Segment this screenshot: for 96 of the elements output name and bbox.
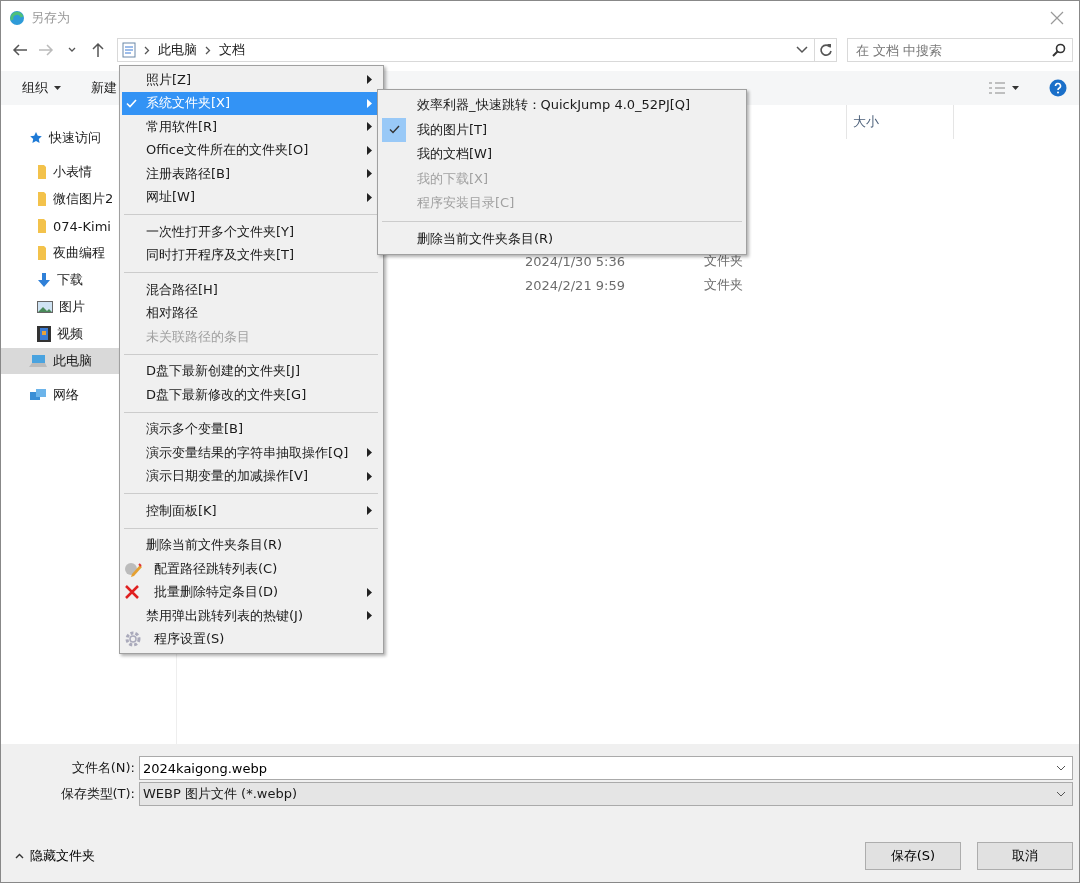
search-field[interactable]: 在 文档 中搜索 — [847, 38, 1073, 62]
menu-item[interactable]: 演示变量结果的字符串抽取操作[Q] — [122, 441, 380, 465]
chevron-icon — [144, 45, 150, 55]
sidebar-label: 小表情 — [53, 163, 92, 181]
type-cell: 文件夹 — [704, 276, 743, 294]
filename-field[interactable]: 2024kaigong.webp — [139, 756, 1073, 780]
computer-icon — [29, 354, 47, 368]
menu-item[interactable]: D盘下最新修改的文件夹[G] — [122, 383, 380, 407]
filename-label: 文件名(N): — [70, 759, 136, 777]
file-type-label: 保存类型(T): — [59, 785, 136, 803]
sidebar-label: 图片 — [59, 298, 85, 316]
sidebar-label: 网络 — [53, 386, 79, 404]
filename-input[interactable]: 2024kaigong.webp — [143, 760, 1056, 776]
document-icon — [122, 42, 136, 58]
close-icon — [1050, 11, 1064, 25]
submenu-arrow-icon — [367, 75, 372, 85]
type-cell: 文件夹 — [704, 252, 743, 270]
sidebar-label: 微信图片2 — [53, 190, 114, 208]
menu-item[interactable]: 照片[Z] — [122, 68, 380, 92]
caret-icon — [68, 47, 76, 53]
menu-item[interactable]: 效率利器_快速跳转：QuickJump 4.0_52PJ[Q] — [380, 93, 744, 118]
submenu-arrow-icon — [367, 611, 372, 621]
help-icon[interactable] — [1049, 79, 1067, 97]
sidebar-label: 视频 — [57, 325, 83, 343]
menu-item[interactable]: 网址[W] — [122, 185, 380, 209]
cancel-button[interactable]: 取消 — [977, 842, 1073, 870]
folder-icon — [37, 245, 47, 261]
submenu-arrow-icon — [367, 145, 372, 155]
list-view-icon — [988, 81, 1006, 95]
menu-item[interactable]: 混合路径[H] — [122, 278, 380, 302]
submenu-arrow-icon — [367, 169, 372, 179]
app-icon — [9, 10, 25, 26]
dropdown-icon — [1056, 791, 1066, 797]
menu-item[interactable]: 程序设置(S) — [122, 627, 380, 651]
menu-item[interactable]: 控制面板[K] — [122, 499, 380, 523]
sidebar-label: 此电脑 — [53, 352, 92, 370]
menu-item[interactable]: 禁用弹出跳转列表的热键(J) — [122, 604, 380, 628]
menu-item[interactable]: 常用软件[R] — [122, 115, 380, 139]
up-arrow-icon — [91, 42, 105, 58]
download-icon — [37, 272, 51, 288]
sidebar-label: 夜曲编程 — [53, 244, 105, 262]
dropdown-icon[interactable] — [796, 46, 808, 54]
submenu-arrow-icon — [367, 506, 372, 516]
submenu-arrow-icon — [367, 471, 372, 481]
new-folder-button[interactable]: 新建 — [91, 79, 117, 97]
sidebar-label: 下载 — [57, 271, 83, 289]
star-icon — [29, 131, 43, 145]
menu-item[interactable]: 我的文档[W] — [380, 142, 744, 167]
menu-item[interactable]: 删除当前文件夹条目(R) — [380, 226, 744, 251]
sidebar-label: 074-Kimi — [53, 218, 111, 234]
close-icon — [124, 584, 140, 601]
network-icon — [29, 388, 47, 402]
caret-icon — [54, 86, 61, 90]
left-arrow-icon — [12, 43, 28, 57]
right-arrow-icon — [38, 43, 54, 57]
organize-menu[interactable]: 组织 — [22, 79, 61, 97]
folder-icon — [37, 164, 47, 180]
chevron-icon — [205, 45, 211, 55]
refresh-icon — [818, 43, 833, 57]
submenu-arrow-icon — [367, 98, 372, 108]
window-title: 另存为 — [31, 9, 70, 27]
menu-item[interactable]: 我的图片[T] — [380, 117, 744, 142]
breadcrumb[interactable]: 此电脑 — [158, 41, 197, 59]
column-header[interactable]: 大小 — [846, 105, 954, 139]
submenu-arrow-icon — [367, 122, 372, 132]
caret-icon — [1012, 86, 1019, 90]
video-icon — [37, 326, 51, 342]
menu-item[interactable]: 注册表路径[B] — [122, 162, 380, 186]
save-button[interactable]: 保存(S) — [865, 842, 961, 870]
menu-item[interactable]: 演示多个变量[B] — [122, 417, 380, 441]
menu-item[interactable]: 批量删除特定条目(D) — [122, 580, 380, 604]
submenu-arrow-icon — [367, 192, 372, 202]
folder-icon — [37, 191, 47, 207]
pictures-icon — [37, 301, 53, 313]
menu-item[interactable]: 同时打开程序及文件夹[T] — [122, 243, 380, 267]
sidebar-label: 快速访问 — [49, 129, 101, 147]
settings-icon — [124, 630, 142, 649]
dropdown-icon[interactable] — [1056, 765, 1066, 771]
submenu-arrow-icon — [367, 587, 372, 597]
menu-item[interactable]: 配置路径跳转列表(C) — [122, 557, 380, 581]
caret-icon — [15, 853, 24, 859]
menu-item[interactable]: 一次性打开多个文件夹[Y] — [122, 220, 380, 244]
date-cell-text: 2024/2/21 9:59 — [525, 277, 626, 293]
menu-item[interactable]: Office文件所在的文件夹[O] — [122, 138, 380, 162]
menu-item[interactable]: 相对路径 — [122, 301, 380, 325]
submenu-arrow-icon — [367, 448, 372, 458]
search-icon — [1052, 43, 1066, 57]
view-options-button[interactable] — [988, 81, 1019, 95]
hide-folders-toggle[interactable]: 隐藏文件夹 — [15, 847, 95, 865]
menu-item[interactable]: 删除当前文件夹条目(R) — [122, 533, 380, 557]
date-cell-text: 2024/1/30 5:36 — [525, 253, 626, 269]
menu-item[interactable]: 演示日期变量的加减操作[V] — [122, 464, 380, 488]
file-type-select[interactable]: WEBP 图片文件 (*.webp) — [139, 782, 1073, 806]
address-bar[interactable]: 此电脑 文档 — [117, 38, 837, 62]
breadcrumb[interactable]: 文档 — [219, 41, 245, 59]
folder-icon — [37, 218, 47, 234]
